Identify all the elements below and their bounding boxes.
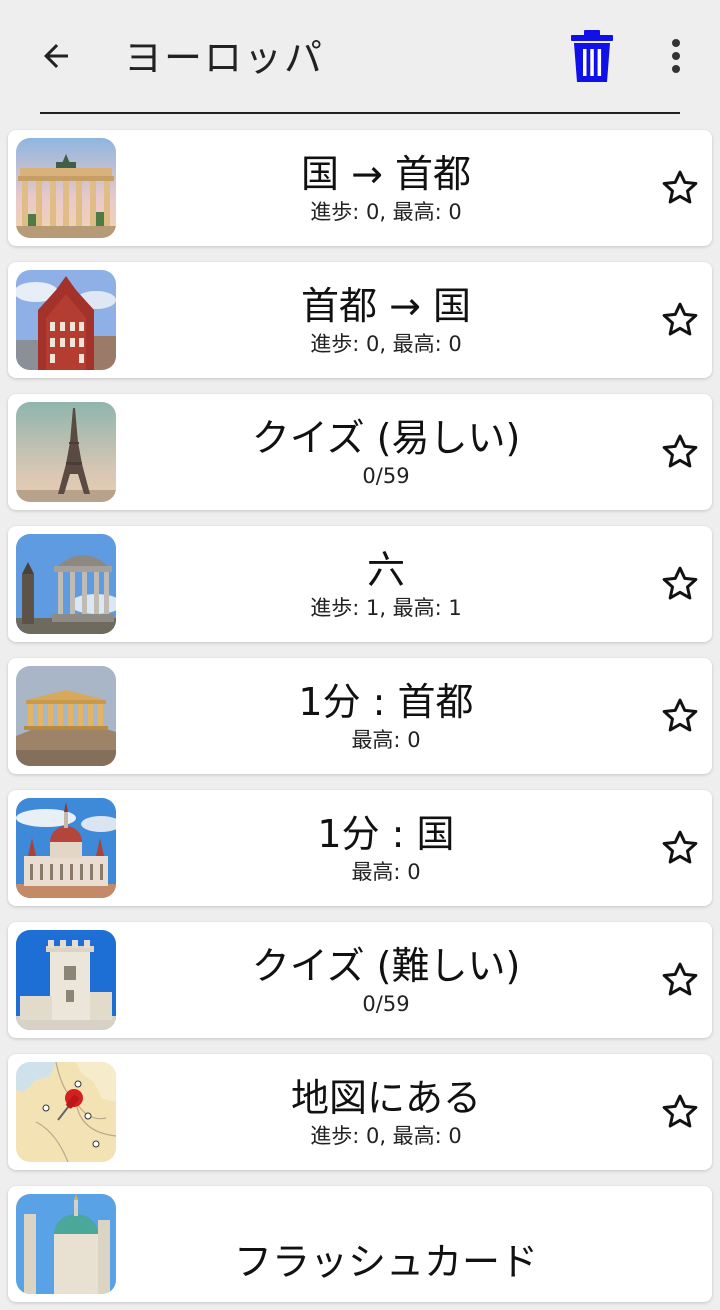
- menu-item-on-map[interactable]: 地図にある 進歩: 0, 最高: 0: [8, 1054, 712, 1170]
- menu-item-quiz-hard[interactable]: クイズ (難しい) 0/59: [8, 922, 712, 1038]
- page-title: ヨーロッパ: [124, 36, 325, 80]
- karlskirche-image: [16, 1194, 116, 1294]
- more-vert-icon: [672, 39, 680, 73]
- star-outline-icon: [662, 566, 698, 600]
- star-outline-icon: [662, 830, 698, 864]
- more-options-button[interactable]: [656, 32, 696, 80]
- menu-item-subtitle: 進歩: 0, 最高: 0: [310, 332, 462, 356]
- menu-item-country-to-capital[interactable]: 国 → 首都 進歩: 0, 最高: 0: [8, 130, 712, 246]
- menu-item-subtitle: 進歩: 0, 最高: 0: [310, 200, 462, 224]
- menu-item-text: 首都 → 国 進歩: 0, 最高: 0: [128, 272, 644, 368]
- menu-item-subtitle: 最高: 0: [351, 728, 421, 752]
- menu-item-subtitle: 進歩: 1, 最高: 1: [310, 596, 462, 620]
- menu-item-flashcards[interactable]: フラッシュカード: [8, 1186, 712, 1302]
- menu-item-six[interactable]: 六 進歩: 1, 最高: 1: [8, 526, 712, 642]
- menu-item-one-minute-capitals[interactable]: 1分 : 首都 最高: 0: [8, 658, 712, 774]
- menu-item-title: クイズ (難しい): [251, 944, 521, 988]
- menu-item-subtitle: 0/59: [362, 464, 410, 488]
- menu-item-subtitle: 0/59: [362, 992, 410, 1016]
- star-outline-icon: [662, 170, 698, 204]
- belem-tower-image: [16, 930, 116, 1030]
- house-of-blackheads-image: [16, 270, 116, 370]
- dugald-stewart-monument-image: [16, 534, 116, 634]
- menu-item-title: クイズ (易しい): [251, 416, 521, 460]
- favorite-button[interactable]: [656, 824, 704, 872]
- menu-item-title: 1分 : 首都: [298, 680, 474, 724]
- menu-item-capital-to-country[interactable]: 首都 → 国 進歩: 0, 最高: 0: [8, 262, 712, 378]
- delete-button[interactable]: [564, 26, 620, 86]
- menu-item-title: 首都 → 国: [301, 284, 471, 328]
- menu-item-subtitle: 最高: 0: [351, 860, 421, 884]
- menu-item-text: クイズ (難しい) 0/59: [128, 932, 644, 1028]
- star-outline-icon: [662, 302, 698, 336]
- hungarian-parliament-image: [16, 798, 116, 898]
- trash-icon: [571, 30, 613, 82]
- app-bar: ヨーロッパ: [0, 0, 720, 120]
- map-pin-image: [16, 1062, 116, 1162]
- menu-item-text: 地図にある 進歩: 0, 最高: 0: [128, 1064, 644, 1160]
- back-button[interactable]: [32, 32, 80, 80]
- menu-item-text: 1分 : 国 最高: 0: [128, 800, 644, 896]
- eiffel-tower-image: [16, 402, 116, 502]
- favorite-button[interactable]: [656, 428, 704, 476]
- brandenburg-gate-image: [16, 138, 116, 238]
- arrow-left-icon: [44, 44, 68, 68]
- menu-item-text: 六 進歩: 1, 最高: 1: [128, 536, 644, 632]
- menu-item-text: 1分 : 首都 最高: 0: [128, 668, 644, 764]
- menu-item-quiz-easy[interactable]: クイズ (易しい) 0/59: [8, 394, 712, 510]
- menu-item-title: 地図にある: [290, 1076, 481, 1120]
- favorite-button[interactable]: [656, 692, 704, 740]
- header-divider: [40, 112, 680, 114]
- menu-item-one-minute-countries[interactable]: 1分 : 国 最高: 0: [8, 790, 712, 906]
- menu-item-title: 1分 : 国: [317, 812, 455, 856]
- menu-item-title: 六: [366, 548, 405, 592]
- menu-item-text: 国 → 首都 進歩: 0, 最高: 0: [128, 140, 644, 236]
- favorite-button[interactable]: [656, 956, 704, 1004]
- favorite-button[interactable]: [656, 164, 704, 212]
- star-outline-icon: [662, 698, 698, 732]
- favorite-button[interactable]: [656, 560, 704, 608]
- favorite-button[interactable]: [656, 296, 704, 344]
- star-outline-icon: [662, 1094, 698, 1128]
- parthenon-image: [16, 666, 116, 766]
- menu-item-text: クイズ (易しい) 0/59: [128, 404, 644, 500]
- menu-item-title: フラッシュカード: [233, 1240, 538, 1284]
- menu-item-title: 国 → 首都: [301, 152, 471, 196]
- favorite-button[interactable]: [656, 1088, 704, 1136]
- menu-item-text: フラッシュカード: [128, 1214, 644, 1310]
- star-outline-icon: [662, 962, 698, 996]
- star-outline-icon: [662, 434, 698, 468]
- menu-item-subtitle: 進歩: 0, 最高: 0: [310, 1124, 462, 1148]
